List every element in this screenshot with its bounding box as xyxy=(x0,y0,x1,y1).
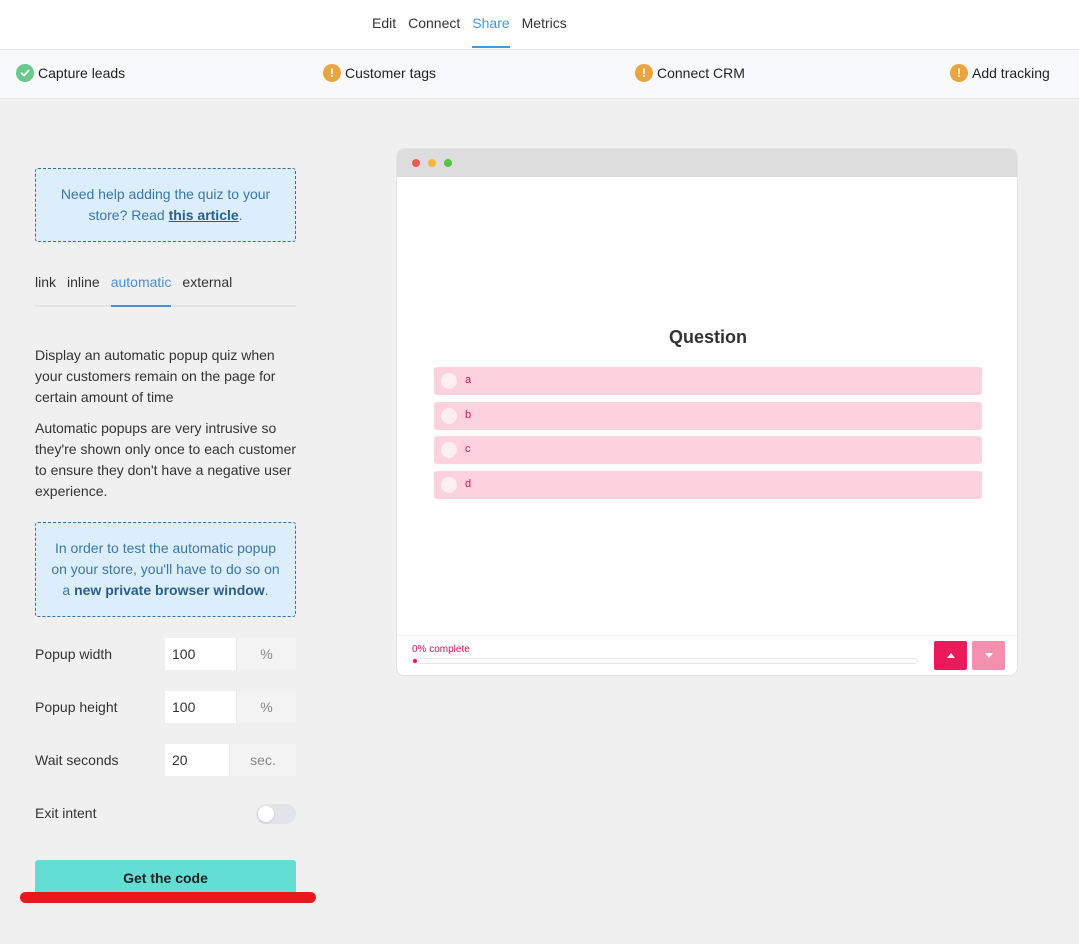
check-circle-icon xyxy=(16,64,34,82)
step-label: Customer tags xyxy=(345,65,437,81)
tab-metrics[interactable]: Metrics xyxy=(522,0,567,48)
warning-circle-icon: ! xyxy=(950,64,968,82)
answer-option[interactable]: b xyxy=(434,402,982,430)
step-customer-tags[interactable]: ! Customer tags xyxy=(323,64,436,82)
tab-external[interactable]: external xyxy=(182,270,232,305)
help-suffix: . xyxy=(238,207,243,223)
tab-automatic[interactable]: automatic xyxy=(110,270,172,307)
top-nav: Edit Connect Share Metrics xyxy=(0,0,1079,50)
tab-connect[interactable]: Connect xyxy=(408,0,460,48)
toggle-knob xyxy=(258,806,274,822)
radio-circle-icon xyxy=(441,442,457,458)
caret-down-icon xyxy=(984,653,993,658)
radio-circle-icon xyxy=(441,477,457,493)
red-highlight-mark xyxy=(20,892,316,903)
browser-title-bar xyxy=(397,149,1017,177)
popup-width-input[interactable] xyxy=(165,638,236,670)
wait-seconds-row: Wait seconds sec. xyxy=(35,744,296,776)
setup-steps-bar: Capture leads ! Customer tags ! Connect … xyxy=(0,50,1079,99)
maximize-dot-icon xyxy=(444,159,452,167)
progress-bar xyxy=(412,658,918,664)
popup-height-input[interactable] xyxy=(165,691,236,723)
exit-intent-toggle[interactable] xyxy=(256,804,296,824)
popup-width-unit: % xyxy=(236,638,296,670)
quiz-question-title: Question xyxy=(668,327,747,347)
main-tabs: Edit Connect Share Metrics xyxy=(372,0,579,49)
answer-option[interactable]: a xyxy=(434,367,982,395)
tab-edit[interactable]: Edit xyxy=(372,0,396,48)
minimize-dot-icon xyxy=(428,159,436,167)
progress-bar-fill xyxy=(413,659,417,663)
automatic-warning-text: Automatic popups are very intrusive so t… xyxy=(35,420,297,499)
tab-share[interactable]: Share xyxy=(472,0,510,48)
wait-seconds-unit: sec. xyxy=(229,744,296,776)
step-capture-leads[interactable]: Capture leads xyxy=(16,64,125,82)
share-method-tabs: link inline automatic external xyxy=(35,270,296,307)
exit-intent-label: Exit intent xyxy=(35,805,97,821)
quiz-preview-window: Question a b c d 0% complete xyxy=(396,148,1018,676)
radio-circle-icon xyxy=(441,373,457,389)
help-article-link[interactable]: this article xyxy=(169,207,239,223)
popup-width-row: Popup width % xyxy=(35,638,296,670)
popup-height-unit: % xyxy=(236,691,296,723)
next-question-button[interactable] xyxy=(972,641,1005,670)
answer-label: b xyxy=(465,409,472,421)
popup-height-row: Popup height % xyxy=(35,691,296,723)
answer-label: d xyxy=(465,478,472,490)
step-label: Add tracking xyxy=(972,65,1050,81)
wait-seconds-label: Wait seconds xyxy=(35,752,119,768)
progress-text: 0% complete xyxy=(412,644,470,655)
step-label: Connect CRM xyxy=(657,65,745,81)
answer-option[interactable]: d xyxy=(434,471,982,499)
answer-option[interactable]: c xyxy=(434,436,982,464)
tab-link[interactable]: link xyxy=(35,270,56,305)
previous-question-button[interactable] xyxy=(934,641,967,670)
caret-up-icon xyxy=(946,653,955,658)
close-dot-icon xyxy=(412,159,420,167)
tab-inline[interactable]: inline xyxy=(67,270,100,305)
warning-circle-icon: ! xyxy=(635,64,653,82)
get-code-button[interactable]: Get the code xyxy=(35,860,296,896)
test-note-suffix: . xyxy=(264,582,269,598)
answer-label: c xyxy=(465,443,471,455)
step-connect-crm[interactable]: ! Connect CRM xyxy=(635,64,745,82)
preview-footer-divider xyxy=(397,635,1017,636)
step-label: Capture leads xyxy=(38,65,126,81)
wait-seconds-input[interactable] xyxy=(165,744,229,776)
warning-circle-icon: ! xyxy=(323,64,341,82)
radio-circle-icon xyxy=(441,408,457,424)
test-notice: In order to test the automatic popup on … xyxy=(35,522,296,617)
test-note-bold: new private browser window xyxy=(74,582,265,598)
popup-width-label: Popup width xyxy=(35,646,113,662)
automatic-description: Display an automatic popup quiz when you… xyxy=(35,347,276,405)
help-notice: Need help adding the quiz to your store?… xyxy=(35,168,296,242)
answer-label: a xyxy=(465,374,472,386)
step-add-tracking[interactable]: ! Add tracking xyxy=(950,64,1050,82)
popup-height-label: Popup height xyxy=(35,699,118,715)
